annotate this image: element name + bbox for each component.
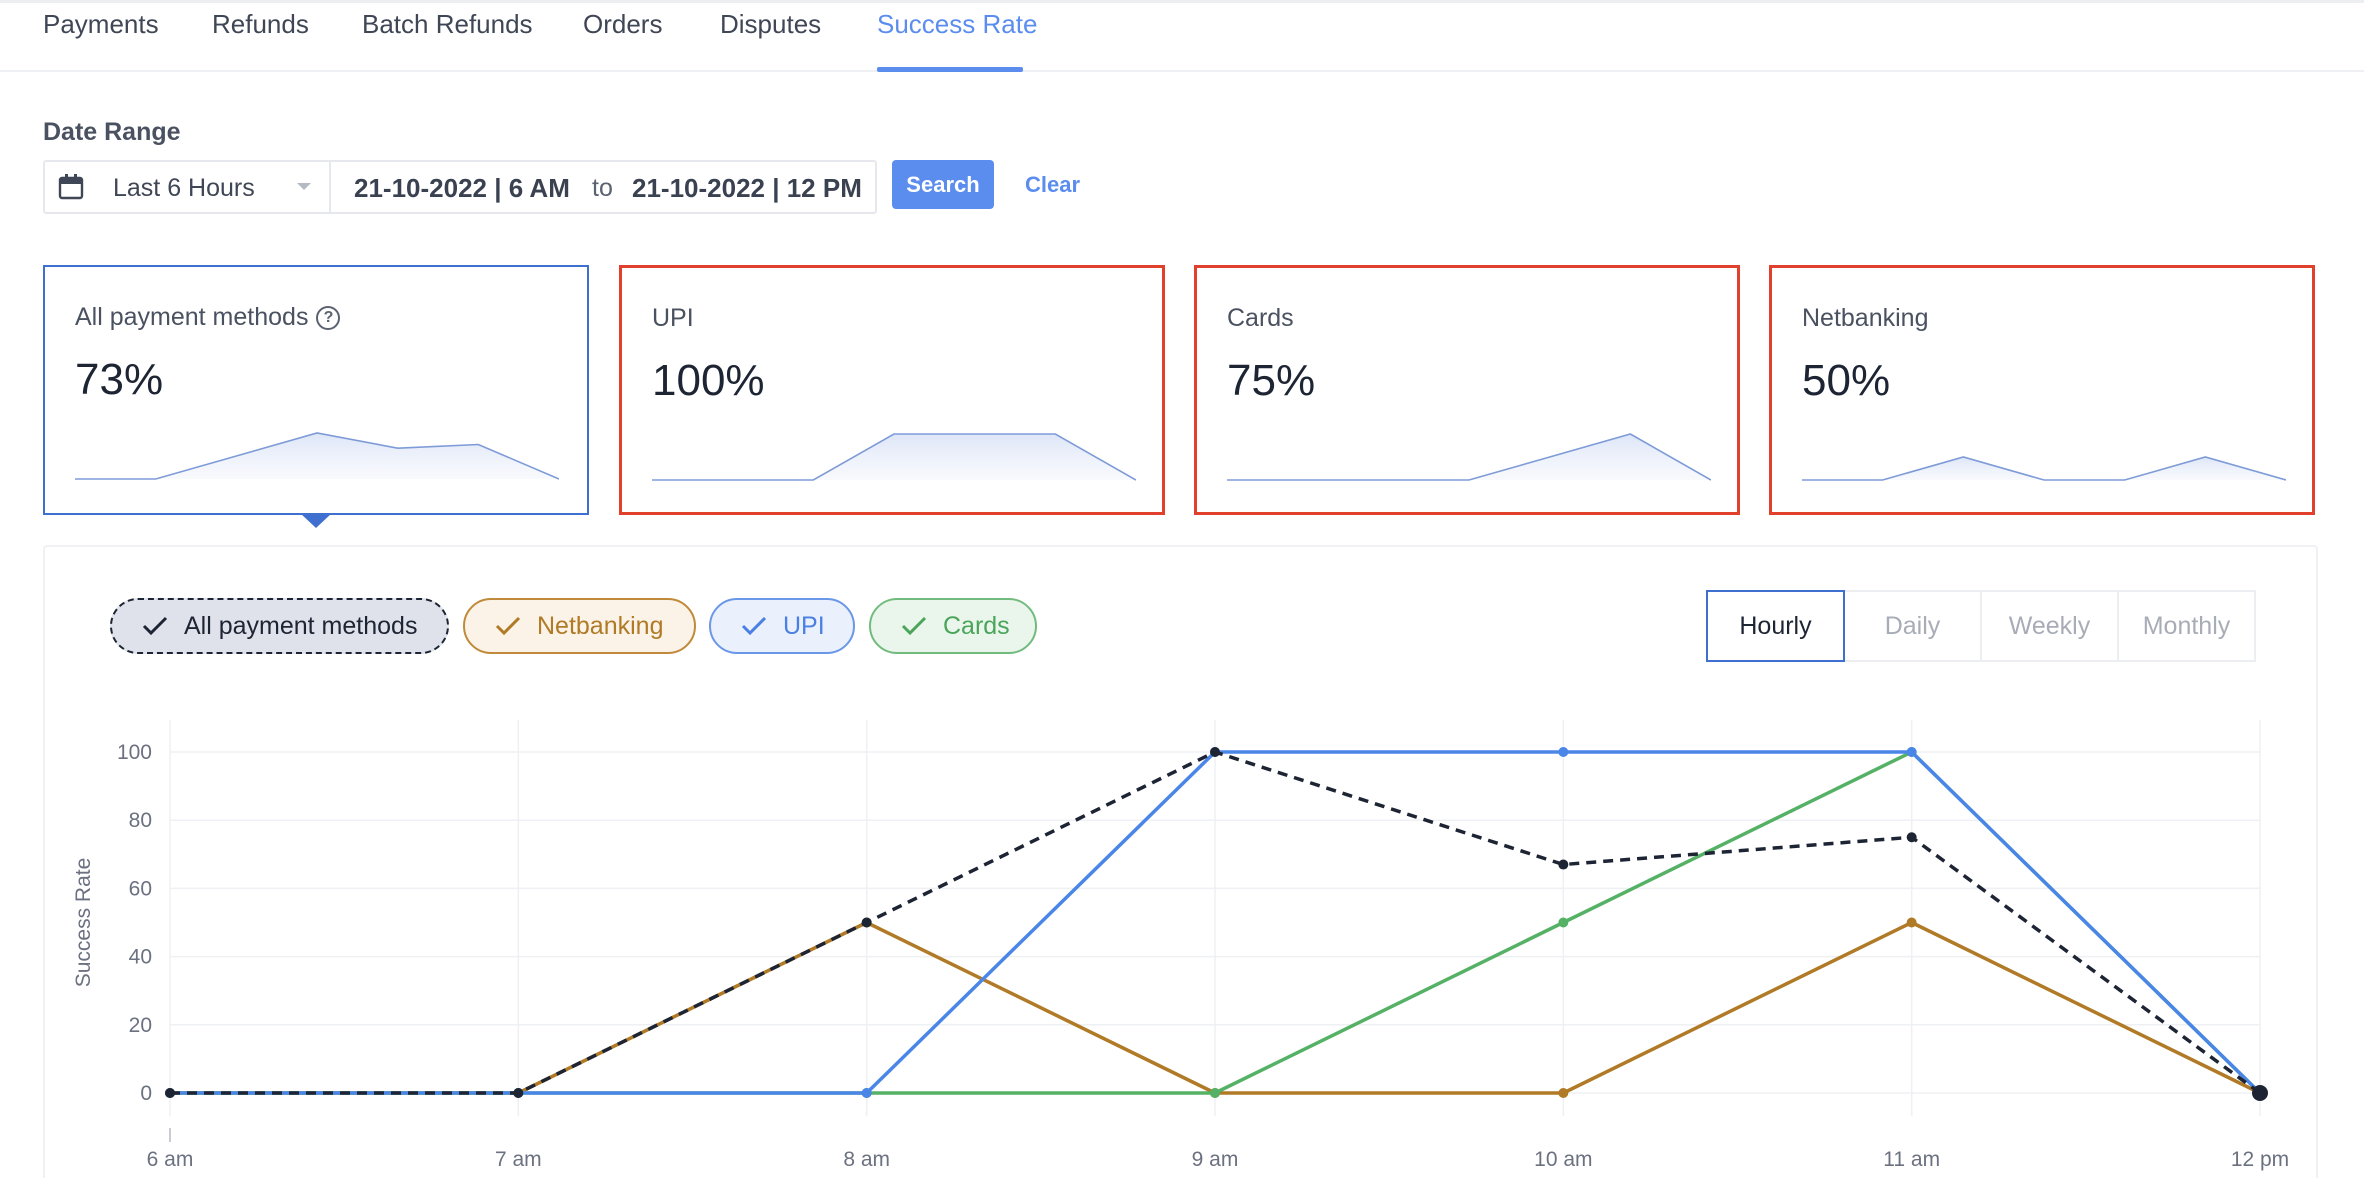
card-value: 50% — [1802, 356, 1891, 405]
date-range-picker[interactable]: Last 6 Hours 21-10-2022 | 6 AM to 21-10-… — [43, 160, 877, 214]
data-point-all-payment-methods — [2252, 1085, 2268, 1101]
check-icon — [741, 616, 767, 636]
to-label: to — [592, 174, 613, 202]
selected-card-pointer — [300, 513, 332, 528]
card-cards[interactable]: Cards 75% — [1194, 265, 1740, 515]
x-tick-label: 10 am — [1534, 1148, 1592, 1171]
filter-chip-cards[interactable]: Cards — [869, 598, 1037, 654]
data-point-all-payment-methods — [513, 1088, 524, 1098]
data-point-netbanking — [1906, 917, 1917, 928]
data-point-all-payment-methods — [1210, 747, 1220, 757]
data-point-cards — [1210, 1088, 1220, 1098]
check-icon — [495, 616, 521, 636]
y-tick-label: 100 — [117, 741, 152, 764]
card-value: 100% — [652, 356, 765, 405]
card-value: 75% — [1227, 356, 1316, 405]
sparkline-netbanking — [1802, 456, 2286, 481]
search-button[interactable]: Search — [892, 160, 994, 209]
granularity-toggle: Hourly Daily Weekly Monthly — [1706, 590, 2256, 662]
date-range-label: Date Range — [43, 118, 181, 146]
data-point-upi — [1906, 747, 1917, 757]
tab-payments[interactable]: Payments — [43, 9, 159, 40]
sparkline-area — [75, 433, 559, 479]
granularity-hourly[interactable]: Hourly — [1706, 590, 1845, 662]
chip-label: Netbanking — [537, 612, 664, 640]
tab-batch-refunds[interactable]: Batch Refunds — [362, 9, 533, 40]
sparkline-all — [75, 432, 559, 480]
card-value: 73% — [75, 355, 164, 404]
card-upi[interactable]: UPI 100% — [619, 265, 1165, 515]
chip-label: All payment methods — [184, 612, 418, 640]
filter-chip-netbanking[interactable]: Netbanking — [463, 598, 696, 654]
x-tick-label: 7 am — [495, 1148, 542, 1171]
x-tick-label: 11 am — [1883, 1148, 1940, 1171]
card-title-text: All payment methods — [75, 303, 309, 331]
x-tick-label: 12 pm — [2231, 1148, 2289, 1171]
check-icon — [901, 616, 927, 636]
chevron-down-icon[interactable] — [297, 183, 311, 190]
preset-select[interactable]: Last 6 Hours — [113, 174, 255, 203]
date-divider — [329, 162, 331, 212]
card-title: Netbanking — [1802, 304, 1929, 332]
data-point-all-payment-methods — [1558, 859, 1569, 870]
data-point-upi — [861, 1088, 872, 1098]
data-point-upi — [1558, 747, 1569, 757]
granularity-weekly[interactable]: Weekly — [1980, 590, 2119, 662]
active-tab-indicator — [877, 67, 1023, 72]
x-tick-label: 6 am — [147, 1148, 194, 1171]
chip-label: UPI — [783, 612, 825, 640]
data-point-cards — [1558, 917, 1569, 928]
card-netbanking[interactable]: Netbanking 50% — [1769, 265, 2315, 515]
tab-disputes[interactable]: Disputes — [720, 9, 821, 40]
tab-bar: Payments Refunds Batch Refunds Orders Di… — [0, 0, 2364, 72]
card-title: All payment methods? — [75, 303, 341, 332]
x-tick-label: 8 am — [843, 1148, 890, 1171]
chip-label: Cards — [943, 612, 1010, 640]
y-tick-label: 60 — [129, 877, 152, 900]
filter-chip-all-payment-methods[interactable]: All payment methods — [110, 598, 449, 654]
check-icon — [142, 616, 168, 636]
card-all-payment-methods[interactable]: All payment methods? 73% — [43, 265, 589, 515]
to-date-field[interactable]: 21-10-2022 | 12 PM — [632, 173, 862, 204]
card-title: Cards — [1227, 304, 1294, 332]
y-tick-label: 40 — [129, 946, 152, 969]
help-icon[interactable]: ? — [316, 306, 341, 331]
tab-success-rate[interactable]: Success Rate — [877, 9, 1037, 40]
data-point-all-payment-methods — [1906, 832, 1917, 843]
granularity-daily[interactable]: Daily — [1843, 590, 1982, 662]
y-tick-label: 0 — [140, 1082, 152, 1105]
card-title: UPI — [652, 304, 694, 332]
sparkline-area — [1227, 434, 1711, 480]
y-axis-label: Success Rate — [72, 858, 95, 988]
y-tick-label: 20 — [129, 1014, 152, 1037]
x-tick-label: 9 am — [1192, 1148, 1239, 1171]
tab-orders[interactable]: Orders — [583, 9, 662, 40]
sparkline-area — [652, 434, 1136, 480]
data-point-all-payment-methods — [861, 917, 872, 928]
sparkline-upi — [652, 433, 1136, 481]
filter-chip-upi[interactable]: UPI — [709, 598, 855, 654]
data-point-netbanking — [1558, 1088, 1569, 1098]
y-tick-label: 80 — [129, 809, 152, 832]
calendar-icon — [58, 174, 84, 200]
sparkline-cards — [1227, 433, 1711, 481]
granularity-monthly[interactable]: Monthly — [2117, 590, 2256, 662]
success-rate-line-chart: 0 20 40 60 80 100 6 am 7 am 8 am 9 am 10 am 11 am 12… — [72, 720, 2289, 1171]
from-date-field[interactable]: 21-10-2022 | 6 AM — [354, 173, 570, 204]
sparkline-area — [1802, 457, 2286, 480]
clear-button[interactable]: Clear — [1025, 172, 1080, 198]
tab-refunds[interactable]: Refunds — [212, 9, 309, 40]
data-point-all-payment-methods — [165, 1088, 175, 1098]
